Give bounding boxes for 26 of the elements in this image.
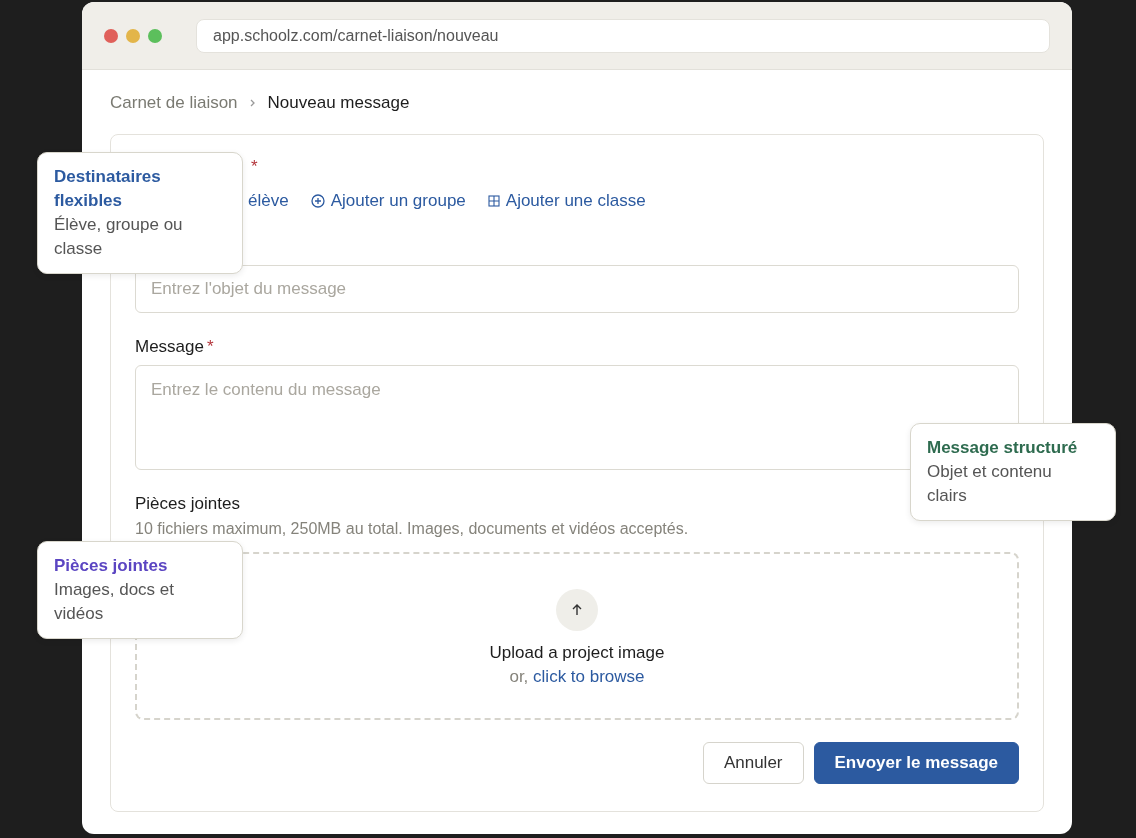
breadcrumb-link[interactable]: Carnet de liaison bbox=[110, 93, 238, 113]
field-label: Message bbox=[135, 337, 204, 357]
required-mark: * bbox=[251, 157, 258, 176]
send-button[interactable]: Envoyer le message bbox=[813, 742, 1019, 784]
callout-title: Destinataires flexibles bbox=[54, 166, 162, 212]
close-icon[interactable] bbox=[104, 28, 118, 43]
cancel-button[interactable]: Annuler bbox=[702, 742, 804, 784]
plus-circle-icon bbox=[310, 194, 325, 208]
required-mark: * bbox=[207, 337, 214, 357]
upload-prefix: or, bbox=[509, 667, 529, 686]
subject-field[interactable]: Entrez l'objet du message bbox=[135, 265, 1019, 313]
add-recipient-link[interactable]: Ajouter une classe bbox=[487, 191, 646, 211]
upload-icon bbox=[556, 589, 598, 631]
add-recipient-link[interactable]: élève bbox=[248, 191, 289, 211]
upload-title: Upload a project image bbox=[489, 643, 665, 663]
browse-link[interactable]: click to browse bbox=[533, 667, 645, 686]
chevron-icon bbox=[249, 99, 256, 107]
attachments-hint: 10 fichiers maximum, 250MB au total. Images, documents et vidéos acceptés. bbox=[135, 520, 690, 538]
callout-text: Élève, groupe ou classe bbox=[54, 214, 184, 260]
grid-icon bbox=[487, 195, 500, 207]
address-bar[interactable]: app.schoolz.com/carnet-liaison/nouveau bbox=[196, 18, 1050, 53]
add-recipient-link[interactable]: Ajouter un groupe bbox=[310, 191, 466, 211]
field-label: Pièces jointes bbox=[135, 494, 240, 514]
maximize-icon[interactable] bbox=[148, 28, 162, 43]
page-title: Nouveau message bbox=[267, 93, 410, 113]
minimize-icon[interactable] bbox=[126, 28, 140, 43]
